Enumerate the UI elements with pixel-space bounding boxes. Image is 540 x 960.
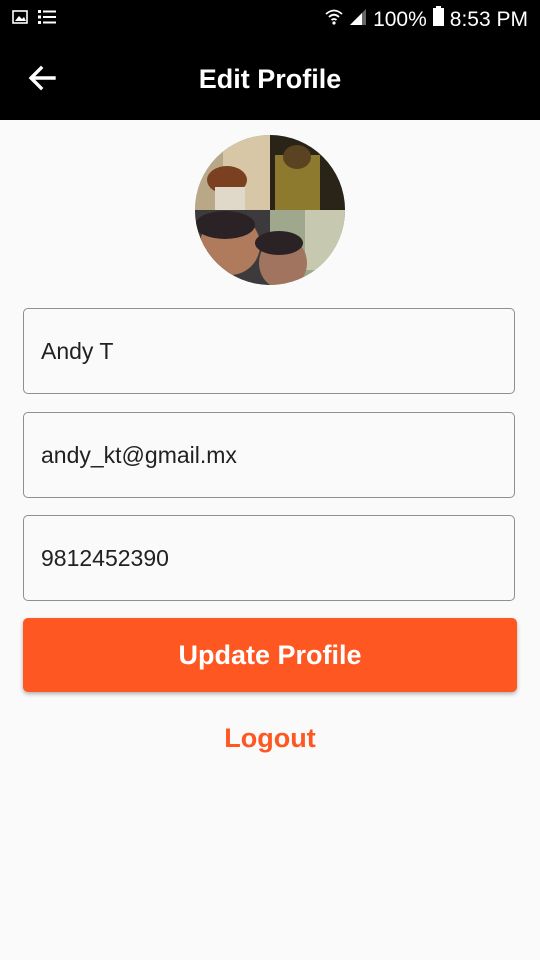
profile-photo [195, 135, 345, 285]
clock-time: 8:53 PM [449, 7, 528, 31]
name-field[interactable] [23, 308, 515, 394]
avatar[interactable] [195, 135, 345, 285]
phone-field[interactable] [23, 515, 515, 601]
status-bar: 100% 8:53 PM [0, 0, 540, 38]
name-input[interactable] [24, 309, 514, 393]
logout-link[interactable]: Logout [0, 722, 540, 754]
gallery-icon [12, 10, 28, 29]
status-left-icons [12, 9, 56, 30]
email-input[interactable] [24, 413, 514, 497]
phone-input[interactable] [24, 516, 514, 600]
page-title: Edit Profile [198, 64, 342, 94]
update-profile-button[interactable]: Update Profile [23, 618, 517, 692]
signal-icon [349, 7, 367, 33]
battery-percent: 100% [373, 7, 427, 31]
email-field[interactable] [23, 412, 515, 498]
list-icon [38, 9, 56, 30]
status-right: 100% 8:53 PM [325, 6, 528, 33]
battery-icon [432, 6, 444, 33]
wifi-icon [325, 7, 343, 33]
app-bar: Edit Profile [0, 38, 540, 120]
